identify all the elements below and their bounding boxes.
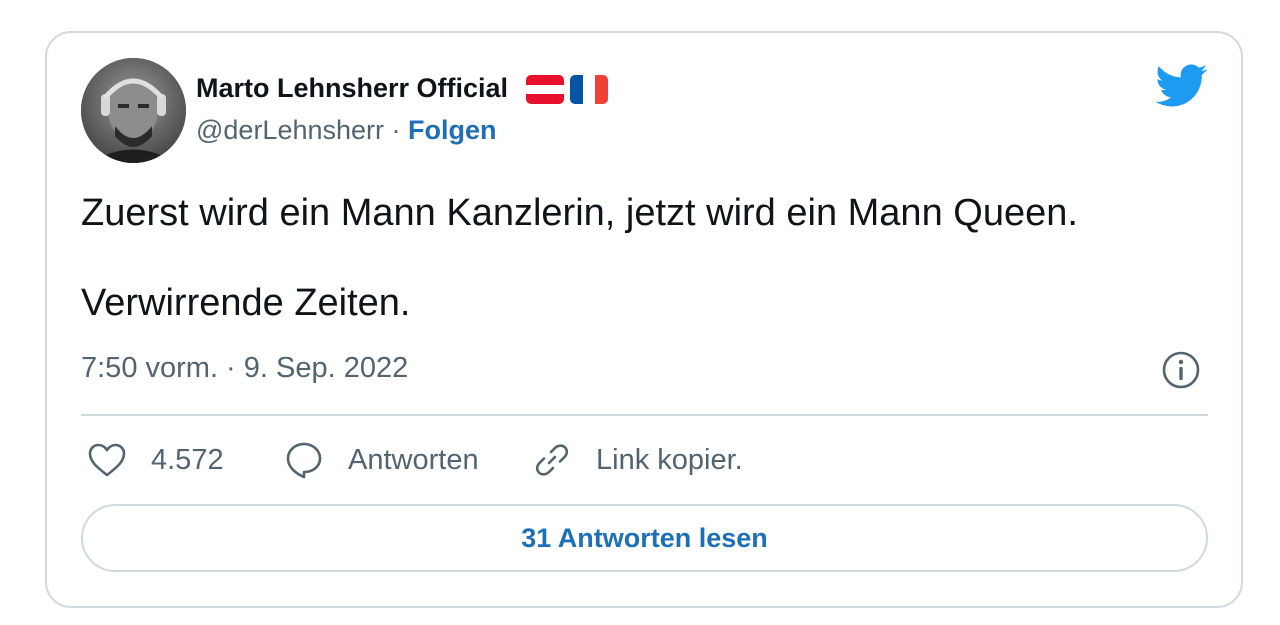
read-replies-button[interactable]: 31 Antworten lesen [81,504,1208,572]
speech-bubble-icon [286,442,322,479]
flag-emojis [526,75,608,104]
heart-icon [88,443,126,477]
like-button[interactable]: 4.572 [88,438,224,482]
follow-link[interactable]: Folgen [408,115,497,145]
tweet-timestamp[interactable]: 7:50 vorm. · 9. Sep. 2022 [81,352,408,385]
reply-label: Antworten [348,443,479,476]
austria-flag-icon [526,75,564,104]
tweet-line-2: Verwirrende Zeiten. [81,282,411,324]
tweet-line-1: Zuerst wird ein Mann Kanzlerin, jetzt wi… [81,192,1078,234]
reply-button[interactable]: Antworten [285,438,479,482]
copy-link-label: Link kopier. [596,443,743,476]
like-count: 4.572 [151,443,224,476]
avatar[interactable] [81,58,186,163]
copy-link-button[interactable]: Link kopier. [533,438,743,482]
separator-dot: · [391,115,401,145]
tweet-text: Zuerst wird ein Mann Kanzlerin, jetzt wi… [81,190,1078,326]
author-handle-row: @derLehnsherr · Folgen [196,115,497,146]
france-flag-icon [570,75,608,104]
author-name[interactable]: Marto Lehnsherr Official [196,73,508,104]
link-icon [535,444,569,476]
divider [81,414,1208,416]
info-icon[interactable] [1162,351,1200,389]
twitter-bird-icon[interactable] [1155,64,1208,108]
author-handle[interactable]: @derLehnsherr [196,115,384,145]
